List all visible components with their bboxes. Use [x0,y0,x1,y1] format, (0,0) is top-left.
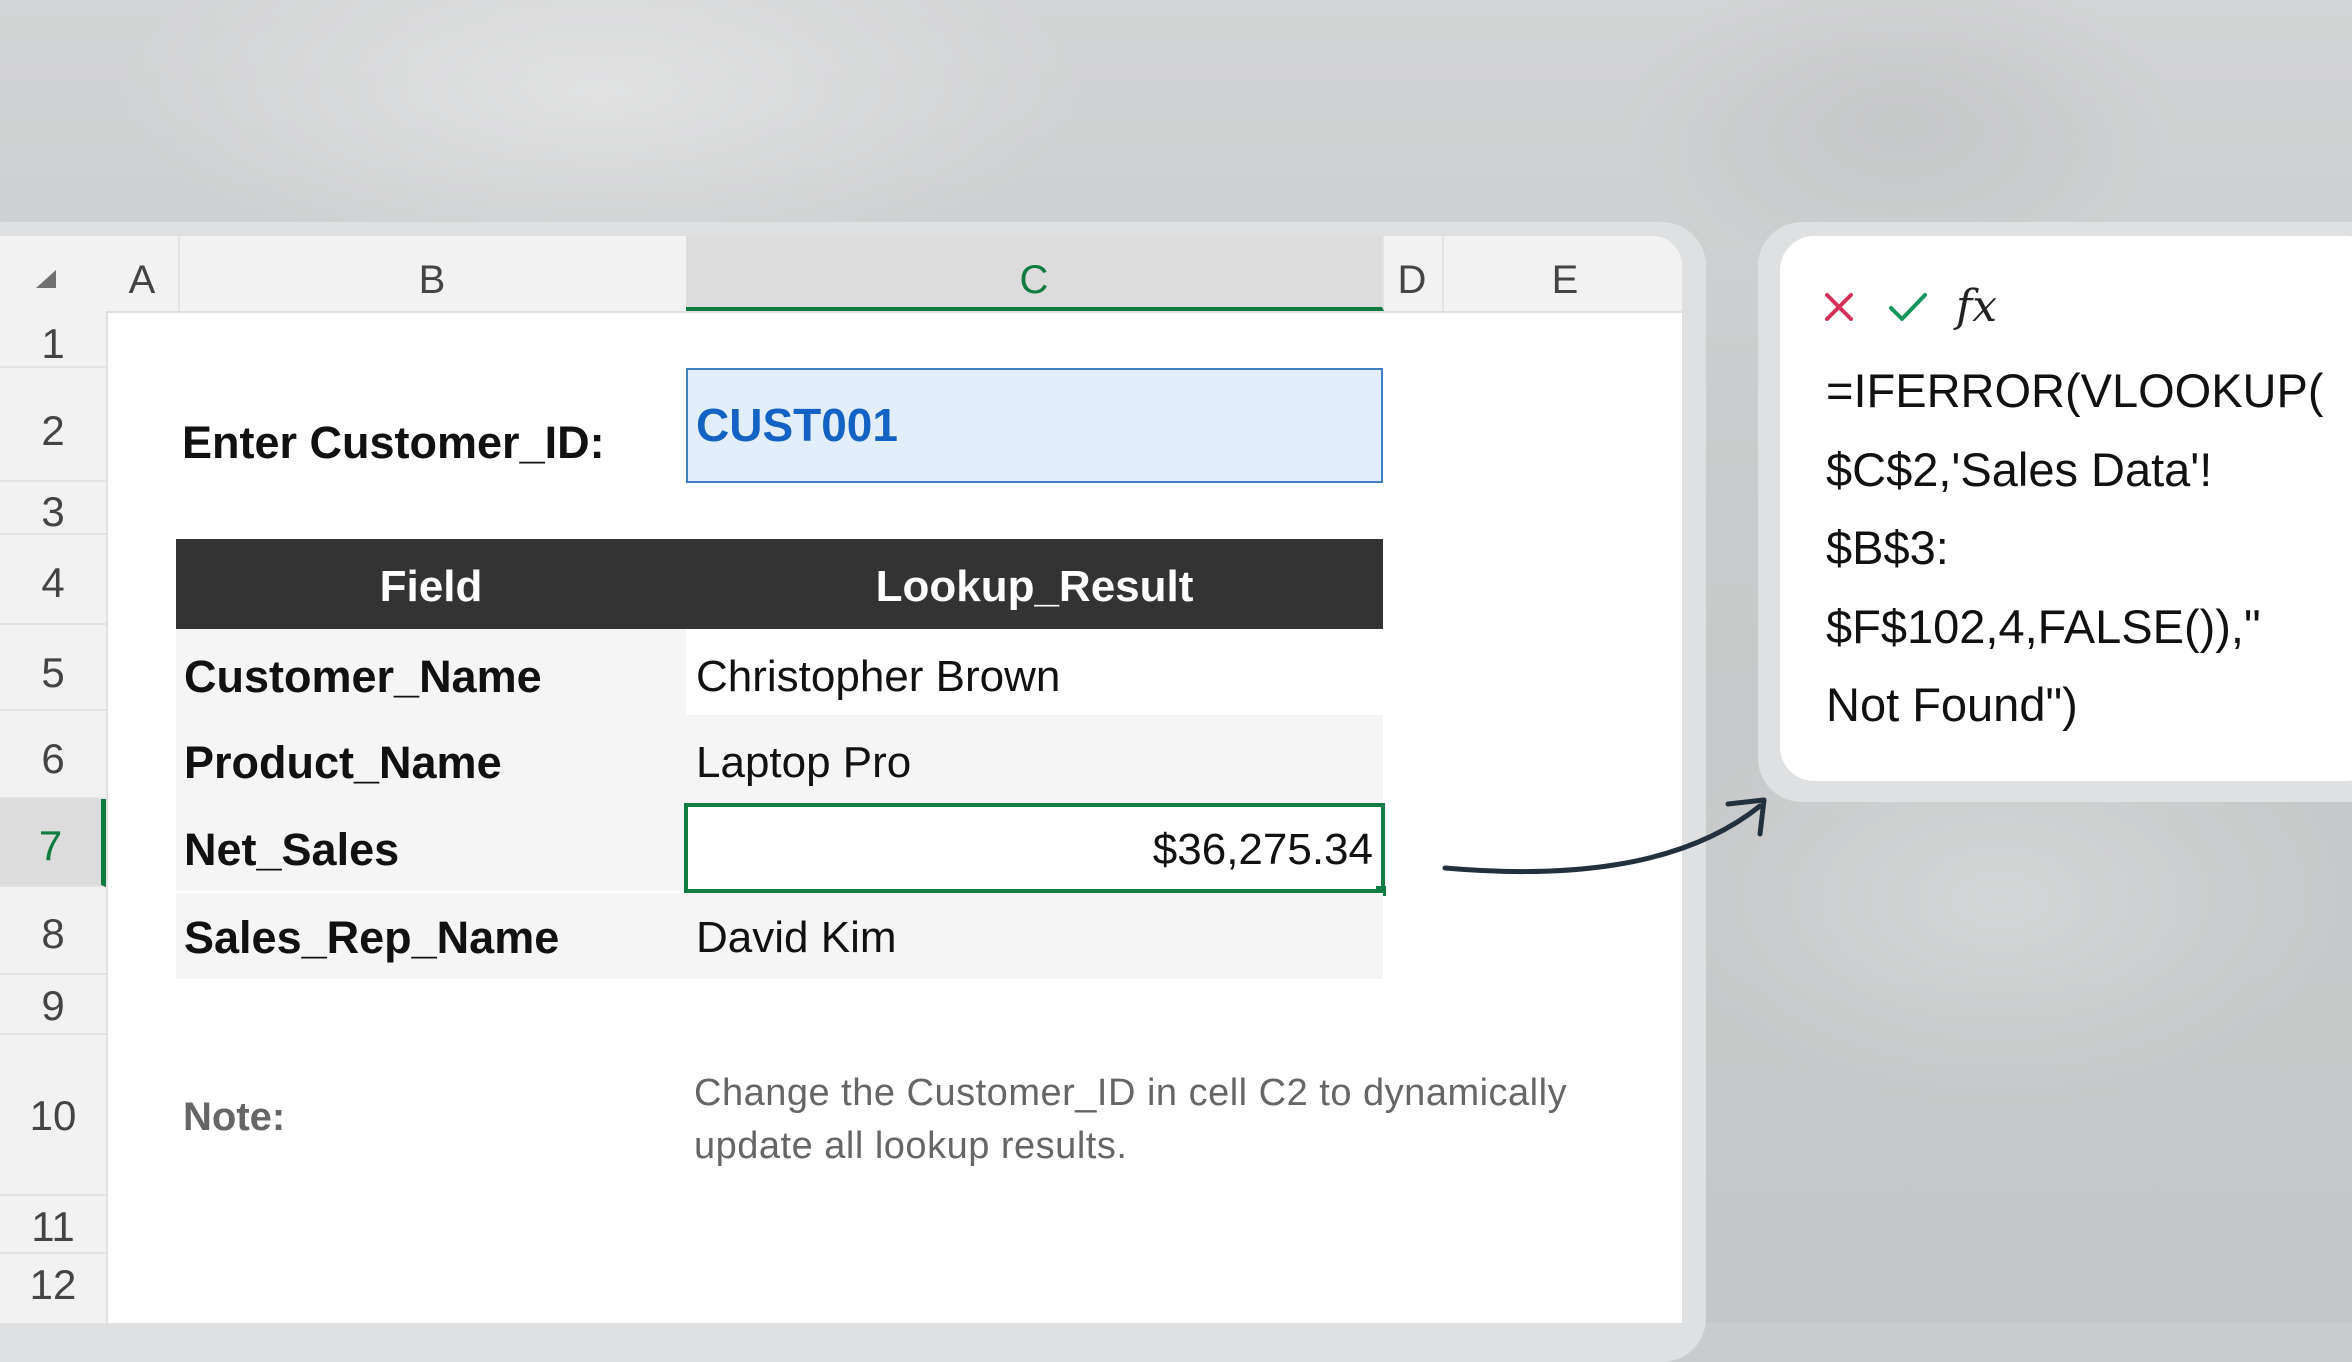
fx-icon[interactable]: fx [1956,282,1997,332]
row-header-8[interactable]: 8 [0,887,106,975]
column-header-bar: A B C D E [0,236,1682,313]
row-header-11[interactable]: 11 [0,1196,106,1254]
result-product-name[interactable]: Laptop Pro [686,715,1383,803]
row-header-7[interactable]: 7 [0,799,106,887]
column-header-c[interactable]: C [686,236,1384,311]
formula-line-3: $B$3: [1826,521,1949,574]
spreadsheet: A B C D E 1 2 3 4 5 6 7 8 9 10 11 12 Ent… [0,236,1682,1323]
row-header-bar: 1 2 3 4 5 6 7 8 9 10 11 12 [0,311,108,1323]
row-header-6[interactable]: 6 [0,711,106,799]
note-text-line-1: Change the Customer_ID in cell C2 to dyn… [694,1072,1568,1114]
row-header-4[interactable]: 4 [0,535,106,625]
field-net-sales: Net_Sales [176,803,686,891]
note-label: Note: [183,1095,286,1139]
formula-line-5: Not Found") [1826,678,2078,731]
column-header-e[interactable]: E [1442,236,1682,311]
formula-line-2: $C$2,'Sales Data'! [1826,442,2213,496]
row-header-10[interactable]: 10 [0,1035,106,1196]
table-header-field: Field [176,539,686,629]
row-header-1[interactable]: 1 [0,311,106,368]
row-header-12[interactable]: 12 [0,1254,106,1323]
result-sales-rep-name[interactable]: David Kim [686,893,1383,979]
column-header-a[interactable]: A [106,236,180,311]
customer-id-label: Enter Customer_ID: [182,417,605,468]
result-net-sales-selected[interactable]: $36,275.34 [684,803,1385,893]
formula-text[interactable]: =IFERROR(VLOOKUP( $C$2,'Sales Data'! $B$3:… [1826,352,2352,745]
row-header-3[interactable]: 3 [0,482,106,535]
column-header-d[interactable]: D [1382,236,1444,311]
result-customer-name[interactable]: Christopher Brown [686,629,1383,715]
field-customer-name: Customer_Name [176,629,686,715]
column-header-b[interactable]: B [178,236,688,311]
field-product-name: Product_Name [176,715,686,803]
table-header-lookup-result: Lookup_Result [686,539,1383,629]
confirm-icon[interactable] [1888,282,1928,333]
select-all-icon[interactable] [36,270,56,288]
formula-line-4: $F$102,4,FALSE())," [1826,599,2261,653]
row-header-5[interactable]: 5 [0,625,106,711]
formula-bar-panel: fx =IFERROR(VLOOKUP( $C$2,'Sales Data'! $B… [1780,236,2352,781]
row-header-2[interactable]: 2 [0,368,106,482]
customer-id-input[interactable]: CUST001 [686,368,1383,483]
cancel-icon[interactable] [1822,282,1856,333]
field-sales-rep-name: Sales_Rep_Name [176,893,686,979]
note-text-line-2: update all lookup results. [694,1125,1128,1167]
formula-line-1: =IFERROR(VLOOKUP( [1826,364,2324,417]
row-header-9[interactable]: 9 [0,975,106,1035]
note-text: Change the Customer_ID in cell C2 to dyn… [694,1067,1594,1173]
